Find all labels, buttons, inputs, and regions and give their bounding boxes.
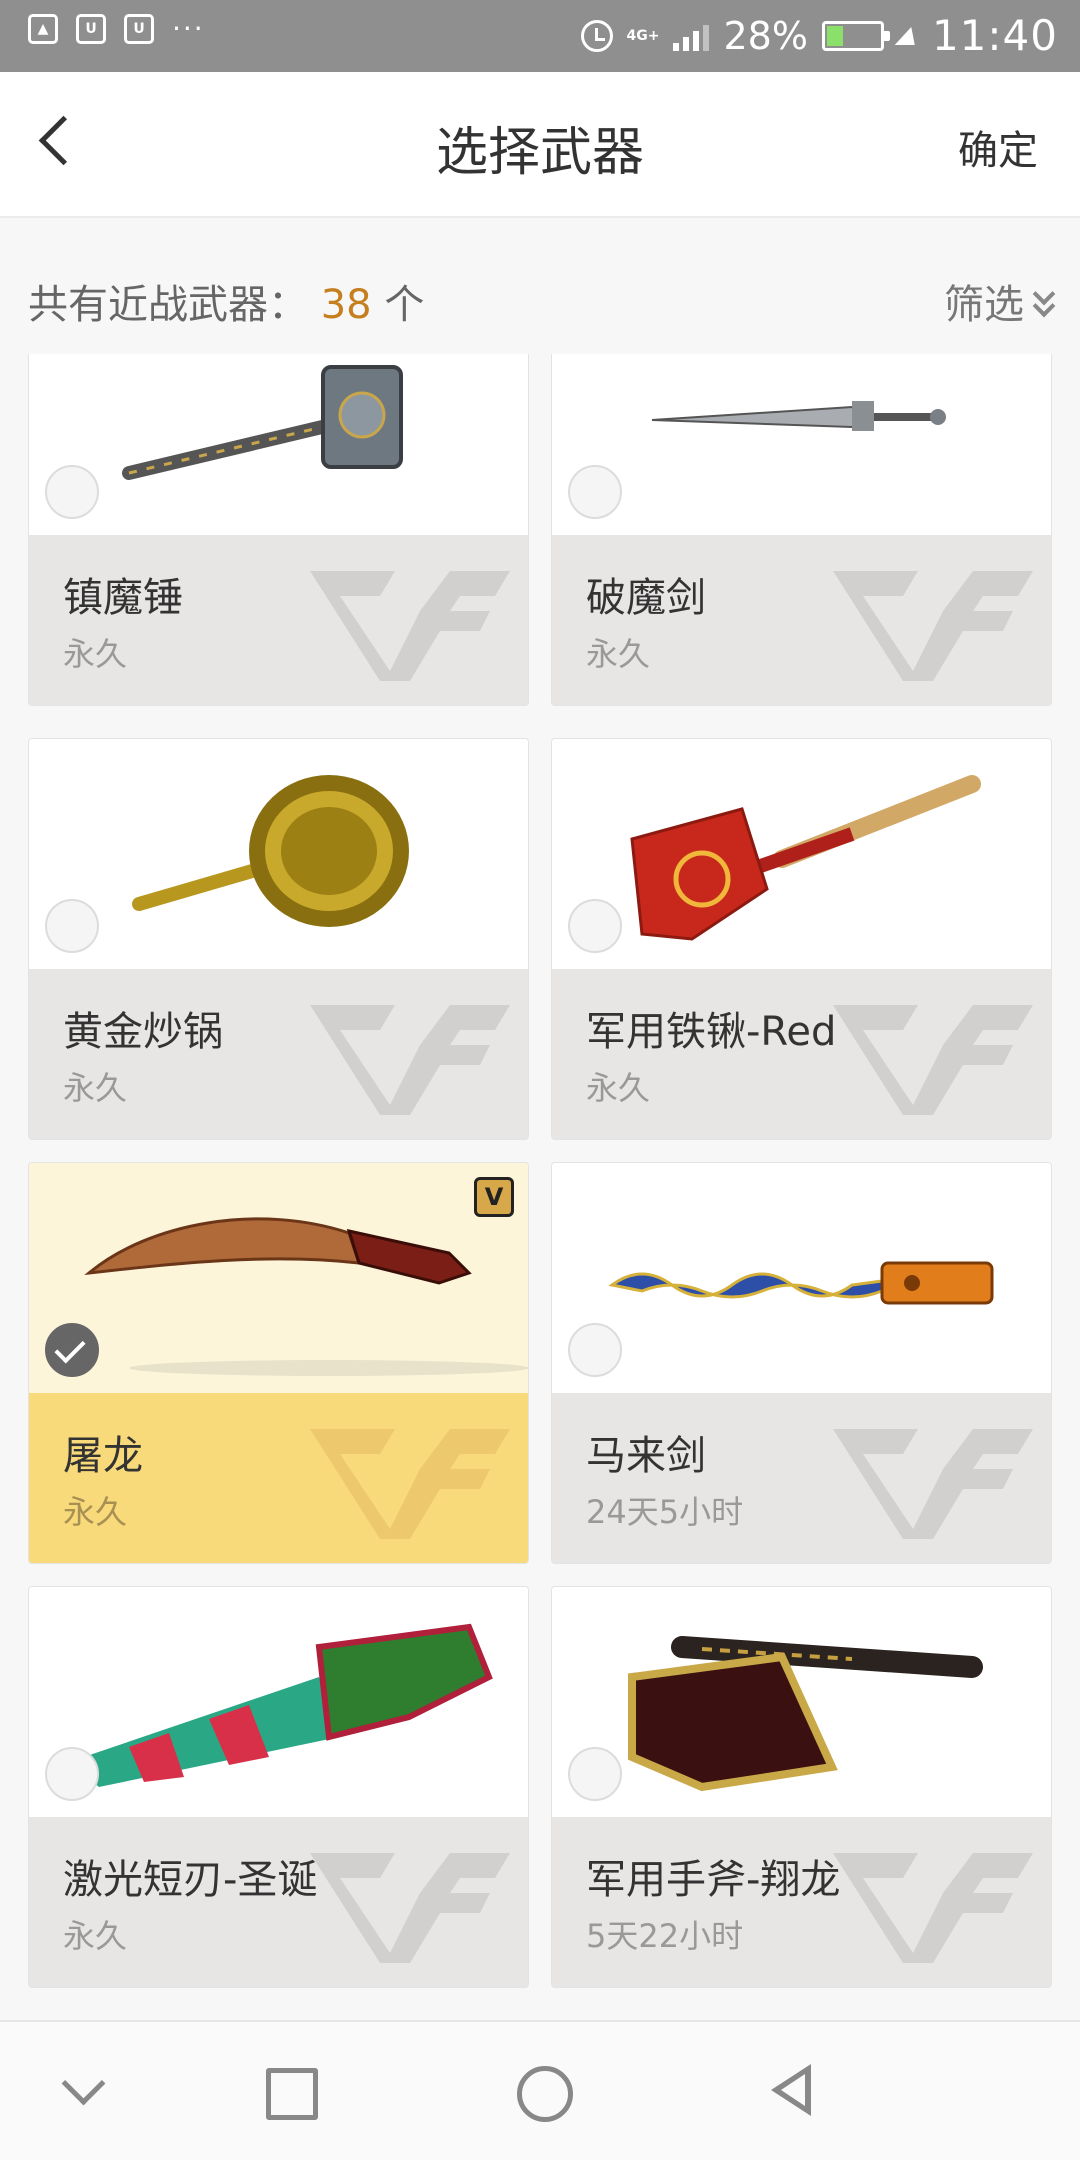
weapon-image: [552, 354, 1051, 535]
clock-time: 11:40: [931, 11, 1058, 60]
cf-watermark-logo: [833, 571, 1033, 681]
app-header: 选择武器 确定: [0, 72, 1080, 218]
summary-bar: 共有近战武器： 38 个 筛选: [0, 220, 1080, 354]
select-radio[interactable]: [568, 1323, 622, 1377]
weapon-image: [552, 1163, 1051, 1393]
weapon-image: [29, 739, 528, 969]
weapon-card[interactable]: 黄金炒锅 永久: [28, 738, 529, 1140]
app-icon: U: [76, 14, 106, 44]
weapon-info: 激光短刃-圣诞 永久: [29, 1817, 528, 1987]
weapon-duration: 永久: [586, 1069, 651, 1107]
cf-watermark-logo: [833, 1853, 1033, 1963]
selected-check-icon[interactable]: [45, 1323, 99, 1377]
alarm-icon: [580, 20, 613, 52]
weapon-duration: 永久: [63, 1917, 128, 1955]
select-radio[interactable]: [45, 465, 99, 519]
weapon-image: V: [29, 1163, 528, 1393]
select-radio[interactable]: [568, 899, 622, 953]
app-icon: U: [124, 14, 154, 44]
laser-blade-icon: [69, 1623, 493, 1787]
weapon-duration: 永久: [63, 635, 128, 673]
select-radio[interactable]: [45, 1747, 99, 1801]
weapon-name: 军用铁锹-Red: [586, 1009, 837, 1055]
hide-nav-chevron-icon[interactable]: [52, 2062, 112, 2122]
filter-button[interactable]: 筛选: [944, 272, 1056, 330]
hammer-icon: [122, 365, 403, 480]
kris-sword-icon: [608, 1261, 994, 1305]
weapon-name: 马来剑: [586, 1433, 706, 1479]
confirm-button[interactable]: 确定: [958, 118, 1038, 176]
weapon-card[interactable]: 镇魔锤 永久: [28, 354, 529, 706]
count-number: 38: [320, 282, 372, 328]
kukri-knife-icon: [84, 1217, 528, 1376]
weapon-info: 破魔剑 永久: [552, 535, 1051, 705]
weapon-duration: 24天5小时: [586, 1493, 744, 1531]
weapon-info: 军用手斧-翔龙 5天22小时: [552, 1817, 1051, 1987]
weapon-card[interactable]: 激光短刃-圣诞 永久: [28, 1586, 529, 1988]
battery-percent: 28%: [723, 14, 808, 58]
weapon-card[interactable]: 军用手斧-翔龙 5天22小时: [551, 1586, 1052, 1988]
select-radio[interactable]: [45, 899, 99, 953]
weapon-info: 屠龙 永久: [29, 1393, 528, 1563]
weapon-image: [29, 354, 528, 535]
count-unit: 个: [384, 282, 425, 328]
status-bar: ▲ U U ··· 4G+ 28% 11:40: [0, 0, 1080, 72]
weapon-grid: 镇魔锤 永久 破魔剑 永久 黄金炒锅 永久 军用铁锹-Red 永久 V 屠龙 永…: [0, 354, 1080, 2020]
double-chevron-down-icon: [1030, 286, 1056, 316]
weapon-info: 马来剑 24天5小时: [552, 1393, 1051, 1563]
select-radio[interactable]: [568, 1747, 622, 1801]
cf-watermark-logo: [310, 1005, 510, 1115]
axe-icon: [628, 1636, 983, 1792]
battery-level: [826, 26, 843, 46]
weapon-duration: 永久: [63, 1493, 128, 1531]
network-type: 4G+: [626, 28, 660, 44]
weapon-name: 激光短刃-圣诞: [63, 1857, 318, 1903]
weapon-card[interactable]: 马来剑 24天5小时: [551, 1162, 1052, 1564]
weapon-image: [29, 1587, 528, 1817]
count-label: 共有近战武器：: [28, 282, 308, 328]
cf-watermark-logo: [833, 1005, 1033, 1115]
weapon-name: 破魔剑: [586, 575, 706, 621]
weapon-name: 镇魔锤: [63, 575, 183, 621]
weapon-name: 黄金炒锅: [63, 1009, 223, 1055]
weapon-card-selected[interactable]: V 屠龙 永久: [28, 1162, 529, 1564]
shovel-icon: [630, 775, 981, 941]
vip-badge: V: [474, 1177, 514, 1217]
signal-icon: [673, 21, 710, 51]
weapon-duration: 永久: [63, 1069, 128, 1107]
weapon-card[interactable]: 破魔剑 永久: [551, 354, 1052, 706]
notification-icons: ▲ U U ···: [28, 14, 205, 44]
weapon-image: [552, 739, 1051, 969]
filter-label: 筛选: [944, 282, 1024, 328]
more-notifications: ···: [172, 12, 205, 45]
image-icon: ▲: [28, 14, 58, 44]
weapon-duration: 永久: [586, 635, 651, 673]
battery-icon: [821, 21, 890, 51]
cf-watermark-logo: [833, 1429, 1033, 1539]
cf-watermark-logo: [310, 1853, 510, 1963]
frying-pan-icon: [132, 775, 409, 927]
weapon-image: [552, 1587, 1051, 1817]
weapon-info: 镇魔锤 永久: [29, 535, 528, 705]
home-icon[interactable]: [513, 2062, 573, 2122]
recent-apps-icon[interactable]: [258, 2062, 318, 2122]
weapon-name: 屠龙: [63, 1433, 143, 1479]
sword-icon: [651, 401, 946, 431]
weapon-info: 军用铁锹-Red 永久: [552, 969, 1051, 1139]
back-triangle-icon[interactable]: [763, 2062, 823, 2122]
weapon-name: 军用手斧-翔龙: [586, 1857, 841, 1903]
charging-icon: [894, 27, 922, 45]
weapon-duration: 5天22小时: [586, 1917, 744, 1955]
system-nav-bar: [0, 2020, 1080, 2160]
cf-watermark-logo: [310, 1429, 510, 1539]
select-radio[interactable]: [568, 465, 622, 519]
cf-watermark-logo: [310, 571, 510, 681]
weapon-info: 黄金炒锅 永久: [29, 969, 528, 1139]
weapon-count: 共有近战武器： 38 个: [28, 272, 424, 330]
weapon-card[interactable]: 军用铁锹-Red 永久: [551, 738, 1052, 1140]
page-title: 选择武器: [435, 123, 644, 183]
